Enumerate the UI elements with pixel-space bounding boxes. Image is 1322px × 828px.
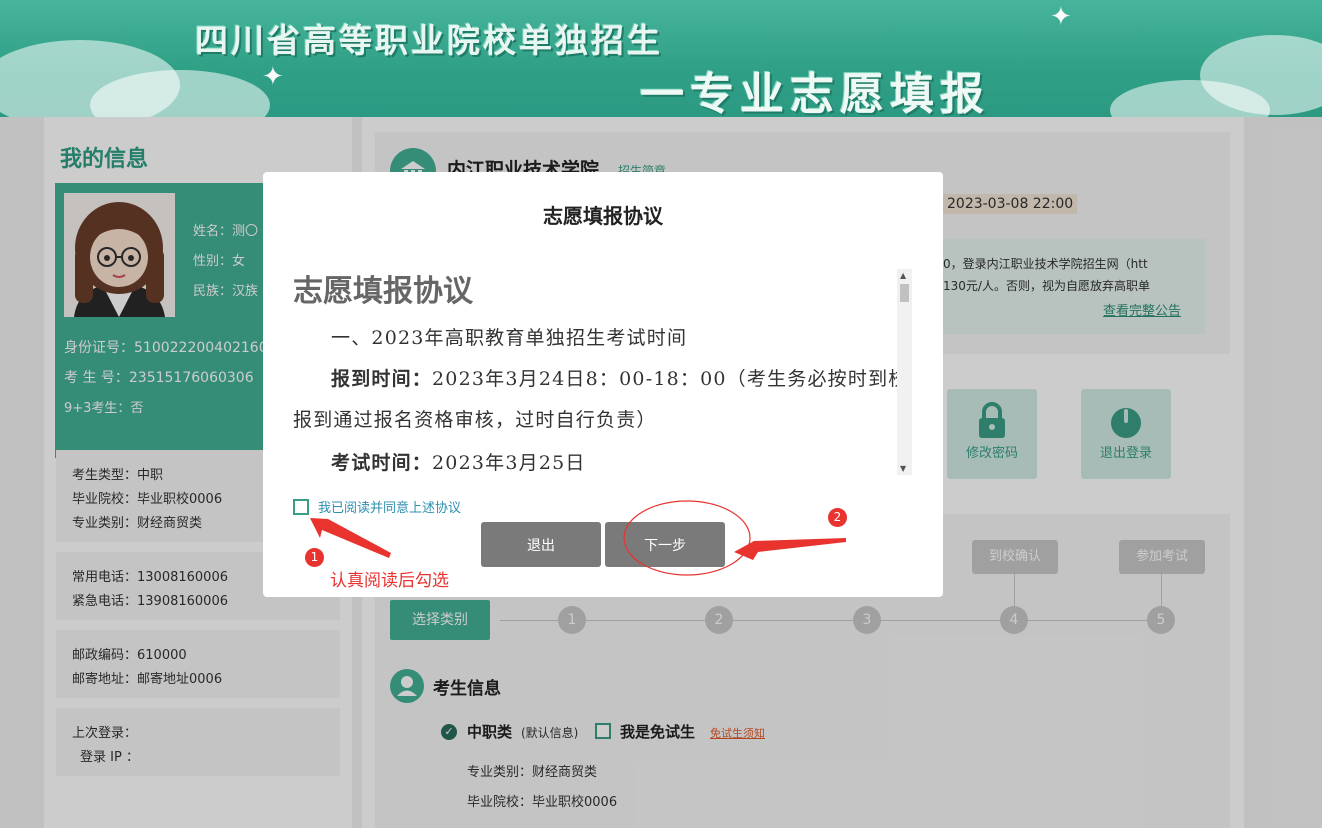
document-heading: 志愿填报协议 [293,274,473,309]
next-step-button[interactable]: 下一步 [605,522,725,567]
dove-icon: ✦ [262,62,284,92]
banner-title-line2: 一专业志愿填报 [640,69,990,117]
annotation-note: 认真阅读后勾选 [330,571,449,591]
annotation-badge-1: 1 [305,548,324,567]
dialog-title: 志愿填报协议 [543,204,663,228]
annotation-badge-2: 2 [828,508,847,527]
agreement-document[interactable]: 志愿填报协议 一、2023年高职教育单独招生考试时间 报到时间：2023年3月2… [293,264,913,474]
document-paragraph: 考试时间：2023年3月25日 [293,443,913,474]
dove-icon: ✦ [1050,2,1072,32]
agree-row[interactable]: 我已阅读并同意上述协议 [293,497,461,516]
agreement-dialog: 志愿填报协议 志愿填报协议 一、2023年高职教育单独招生考试时间 报到时间：2… [263,172,943,597]
banner-title-line1: 四川省高等职业院校单独招生 [195,21,663,60]
agree-checkbox[interactable] [293,498,309,515]
scroll-up-icon[interactable]: ▲ [900,271,906,280]
exam-time-text: 2023年3月25日 [432,452,586,474]
document-paragraph: 报到时间：2023年3月24日8：00-18：00（考生务必按时到校报到通过报名… [293,359,913,441]
header-banner: ✦ ✦ 四川省高等职业院校单独招生 一专业志愿填报 [0,0,1322,117]
scrollbar-thumb[interactable] [900,284,909,302]
report-time-label: 报到时间： [331,368,433,390]
agree-label[interactable]: 我已阅读并同意上述协议 [318,497,461,516]
document-paragraph: 一、2023年高职教育单独招生考试时间 [331,327,688,349]
exit-button[interactable]: 退出 [481,522,601,567]
scroll-down-icon[interactable]: ▼ [900,464,906,473]
exam-time-label: 考试时间： [331,452,433,474]
document-scrollbar[interactable]: ▲ ▼ [897,269,912,475]
